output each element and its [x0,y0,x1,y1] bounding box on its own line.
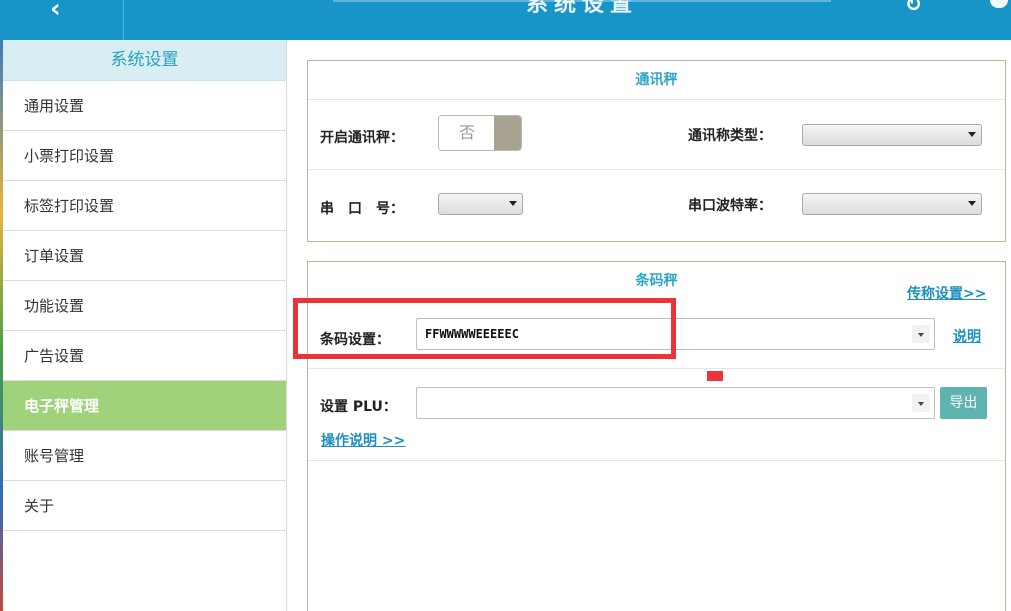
window-control-icon[interactable] [990,0,1008,8]
dropdown-button[interactable] [912,325,930,343]
comm-scale-type-label: 通讯称类型： [688,128,772,144]
sidebar-item-function[interactable]: 功能设置 [3,281,286,331]
page-title: 系统设置 [525,0,638,17]
barcode-scale-title: 条码秤 [635,273,678,289]
serial-port-label: 串 口 号： [320,201,404,217]
serial-port-select[interactable] [438,193,523,215]
sidebar-item-scale-management[interactable]: 电子秤管理 [3,381,286,431]
divider [308,169,1005,170]
operation-guide-link[interactable]: 操作说明 >> [321,430,405,450]
comm-scale-type-select[interactable] [802,124,982,146]
chevron-down-icon [918,333,924,337]
baud-rate-label: 串口波特率： [688,198,772,214]
explain-link[interactable]: 说明 [953,326,981,346]
sidebar-item-order[interactable]: 订单设置 [3,231,286,281]
baud-rate-select[interactable] [802,193,982,215]
back-button[interactable]: ‹ [0,0,124,40]
sidebar-header: 系统设置 [3,40,286,81]
plu-setting-combo[interactable] [416,387,935,419]
sidebar-item-receipt-print[interactable]: 小票打印设置 [3,131,286,181]
chevron-down-icon [968,132,976,137]
enable-comm-scale-label: 开启通讯秤： [320,130,404,146]
enable-comm-scale-toggle[interactable]: 否 [438,115,522,151]
divider [308,368,1005,369]
refresh-icon[interactable]: ↻ [905,0,922,16]
comm-scale-panel: 通讯秤 开启通讯秤： 否 通讯称类型： 串 口 号： 串口波特率： [307,60,1006,242]
chevron-down-icon [968,201,976,206]
toggle-off-label: 否 [439,116,495,150]
transfer-settings-link[interactable]: 传称设置>> [907,283,986,303]
divider [308,99,1005,100]
sidebar-item-about[interactable]: 关于 [3,481,286,531]
chevron-down-icon [509,201,517,206]
cursor-marker [707,371,723,381]
back-arrow-icon: ‹ [50,0,61,24]
highlight-box [293,298,676,359]
comm-scale-title: 通讯秤 [635,72,678,88]
export-button[interactable]: 导出 [940,387,987,419]
top-bar: ‹ 系统设置 ↻ [0,0,1011,40]
divider [308,460,1005,461]
dropdown-button[interactable] [912,394,930,412]
sidebar-item-label-print[interactable]: 标签打印设置 [3,181,286,231]
sidebar: 系统设置 通用设置 小票打印设置 标签打印设置 订单设置 功能设置 广告设置 电… [3,40,287,611]
sidebar-item-account[interactable]: 账号管理 [3,431,286,481]
sidebar-item-ads[interactable]: 广告设置 [3,331,286,381]
chevron-down-icon [918,402,924,406]
sidebar-item-general[interactable]: 通用设置 [3,81,286,131]
toggle-knob [494,116,521,150]
plu-setting-label: 设置 PLU： [320,399,397,415]
